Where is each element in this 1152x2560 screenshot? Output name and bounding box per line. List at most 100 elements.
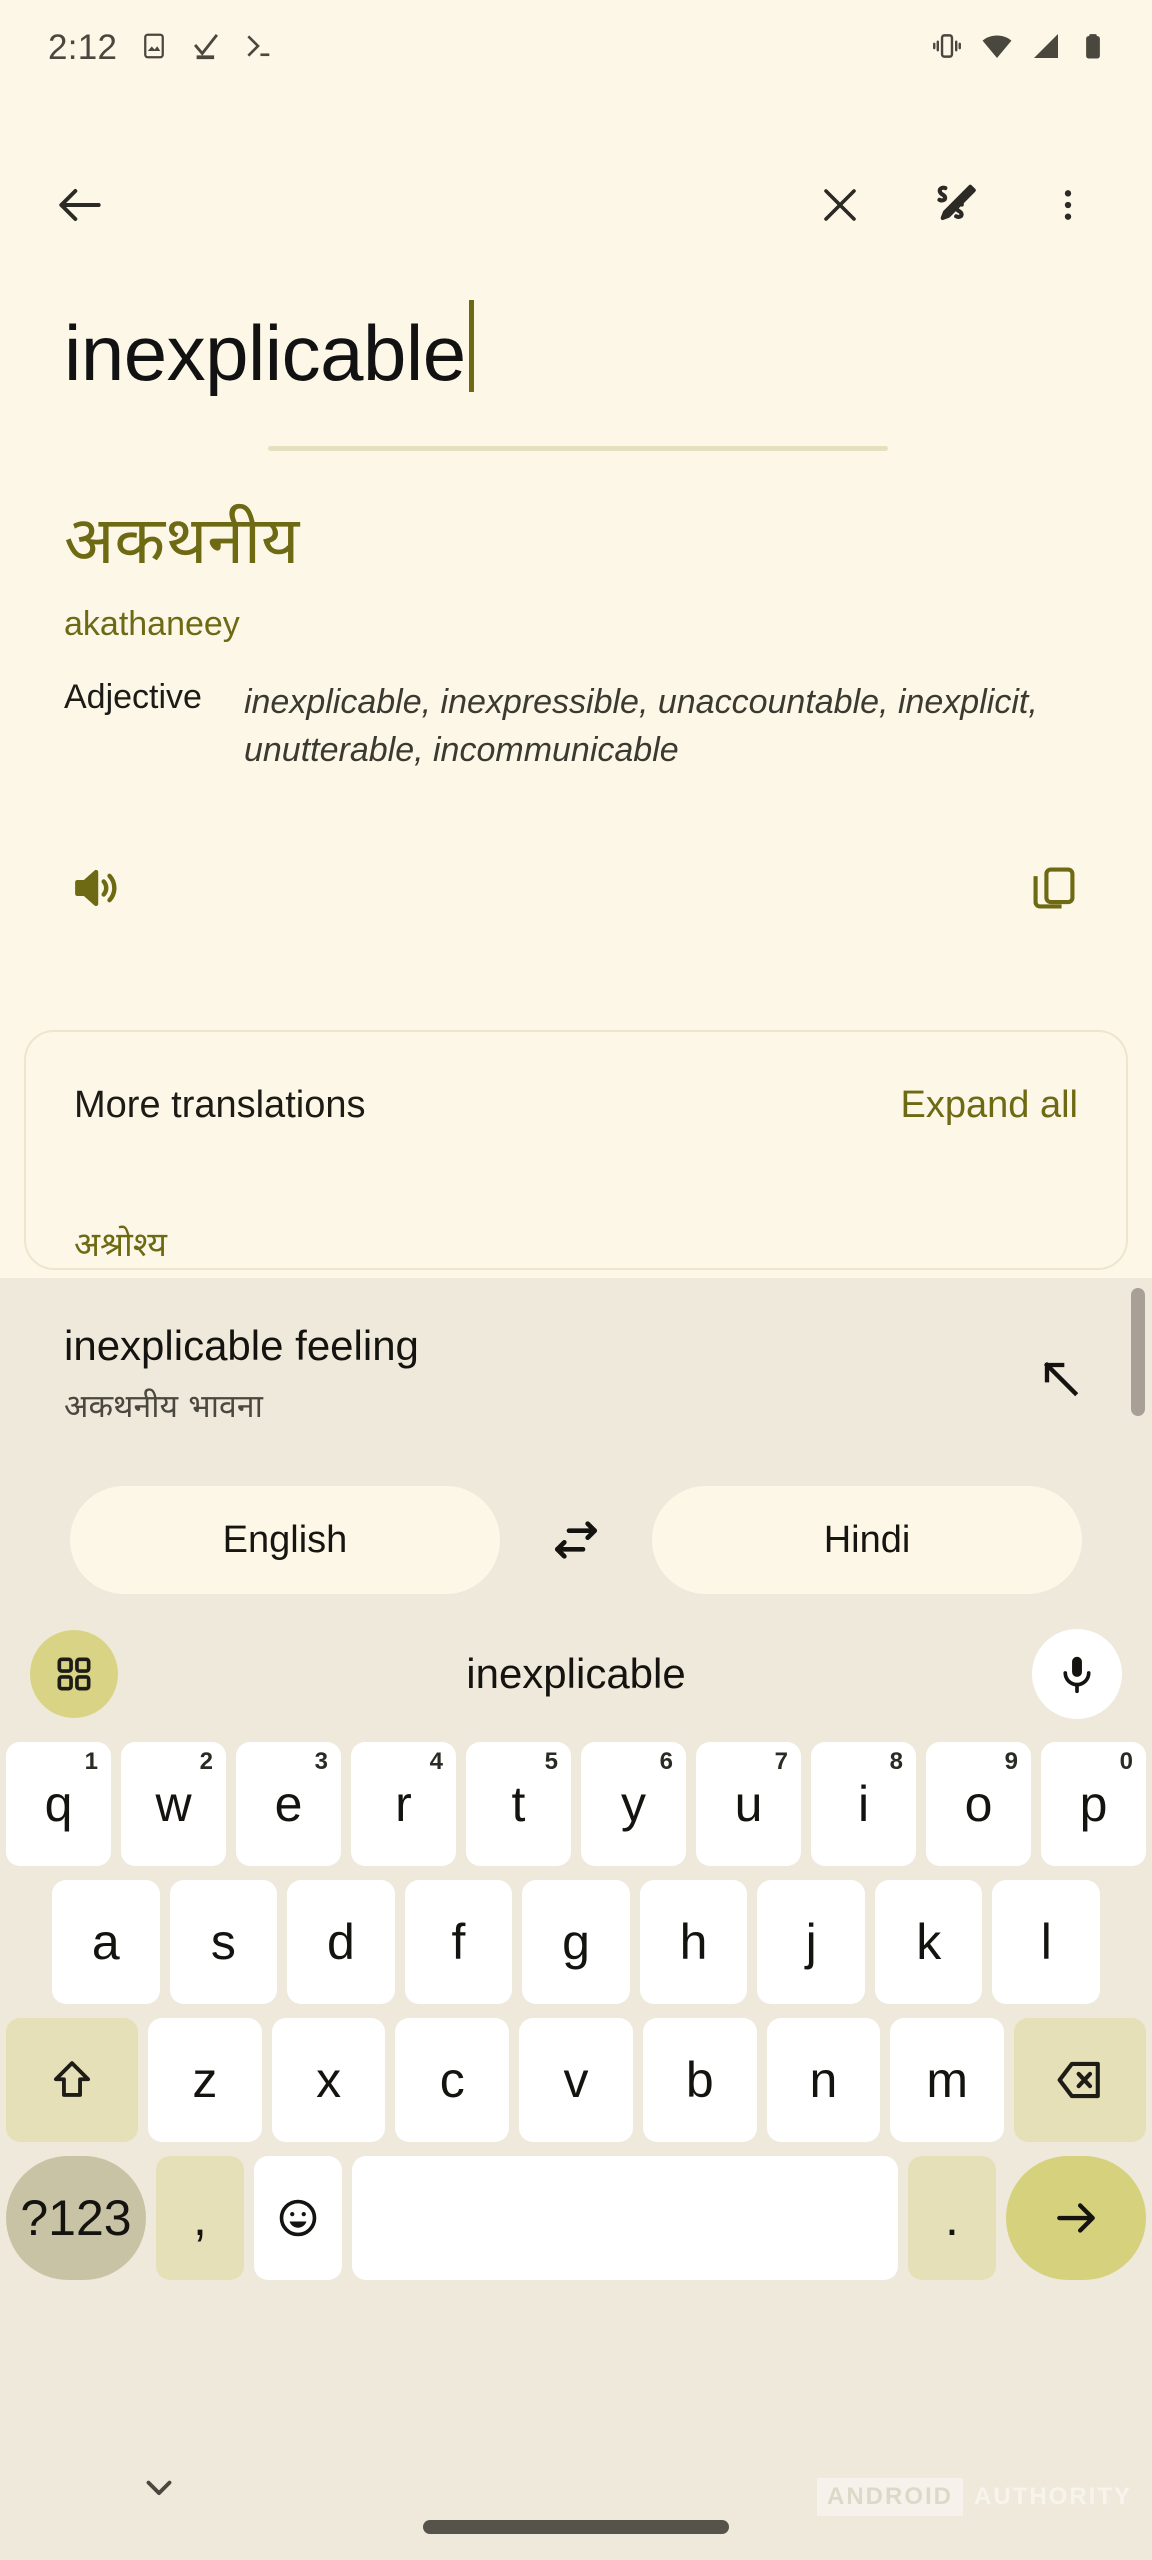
backspace-icon[interactable] <box>1014 2018 1147 2142</box>
key-sup: 4 <box>429 1748 443 1775</box>
key-label: o <box>964 1776 993 1832</box>
key-sup: 0 <box>1119 1748 1133 1775</box>
phone-screen: 2:12 inexplicable अकथनीय akathaneey Adje… <box>0 0 1152 2560</box>
key-label: c <box>439 2052 465 2108</box>
key-f[interactable]: f <box>404 1880 513 2004</box>
key-r[interactable]: 4r <box>351 1742 456 1866</box>
key-s[interactable]: s <box>169 1880 278 2004</box>
key-k[interactable]: k <box>874 1880 983 2004</box>
key-label: k <box>916 1914 942 1970</box>
key-d[interactable]: d <box>287 1880 395 2004</box>
key-b[interactable]: b <box>642 2018 757 2142</box>
key-j[interactable]: j <box>757 1880 865 2004</box>
key-w[interactable]: 2w <box>121 1742 226 1866</box>
handwriting-pen-icon[interactable] <box>922 173 986 237</box>
key-sup: 9 <box>1004 1748 1018 1775</box>
home-indicator[interactable] <box>423 2520 729 2534</box>
symbols-key[interactable]: ?123 <box>6 2156 146 2280</box>
translation-result: अकथनीय akathaneey Adjective inexplicable… <box>0 500 1152 774</box>
app-grid-icon[interactable] <box>30 1630 118 1718</box>
key-label: x <box>316 2052 342 2108</box>
key-label: q <box>44 1776 73 1832</box>
close-icon[interactable] <box>808 173 872 237</box>
key-label: v <box>563 2052 589 2108</box>
space-key[interactable] <box>352 2156 898 2280</box>
more-translations-title: More translations <box>74 1084 366 1126</box>
key-label: s <box>210 1914 236 1970</box>
key-v[interactable]: v <box>519 2018 633 2142</box>
input-underline-divider <box>268 446 888 451</box>
key-label: t <box>511 1776 526 1832</box>
key-q[interactable]: 1q <box>6 1742 111 1866</box>
key-l[interactable]: l <box>992 1880 1101 2004</box>
key-label: r <box>395 1776 412 1832</box>
key-label: u <box>734 1776 763 1832</box>
keyboard-suggestion-word[interactable]: inexplicable <box>0 1650 1152 1698</box>
key-u[interactable]: 7u <box>696 1742 801 1866</box>
vertical-scrollbar[interactable] <box>1131 1288 1145 1416</box>
keyboard-row-4: ?123 , . <box>0 2156 1152 2280</box>
keyboard-row-3: z x c v b n m <box>0 2018 1152 2142</box>
key-t[interactable]: 5t <box>466 1742 571 1866</box>
language-selector-bar: English Hindi <box>0 1474 1152 1606</box>
key-label: f <box>451 1914 466 1970</box>
text-caret <box>468 300 474 392</box>
suggestion-phrase: inexplicable feeling <box>64 1322 419 1369</box>
key-c[interactable]: c <box>395 2018 510 2142</box>
key-p[interactable]: 0p <box>1041 1742 1146 1866</box>
wifi-icon <box>980 29 1014 68</box>
transliteration: akathaneey <box>64 604 240 643</box>
key-i[interactable]: 8i <box>811 1742 916 1866</box>
status-bar: 2:12 <box>0 0 1152 96</box>
more-translations-card[interactable]: More translations Expand all अश्रोश्य <box>24 1030 1128 1270</box>
cell-signal-icon <box>1030 30 1062 67</box>
microphone-icon[interactable] <box>1032 1629 1122 1719</box>
key-x[interactable]: x <box>271 2018 386 2142</box>
key-period[interactable]: . <box>908 2156 996 2280</box>
toolbar-actions <box>808 173 1100 237</box>
result-actions <box>0 860 1152 921</box>
back-arrow-icon[interactable] <box>48 173 112 237</box>
volume-up-icon[interactable] <box>68 860 124 921</box>
emoji-smiley-icon[interactable] <box>254 2156 342 2280</box>
peeked-translation-word: अश्रोश्य <box>74 1225 168 1265</box>
key-sup: 6 <box>659 1748 673 1775</box>
copy-icon[interactable] <box>1028 862 1080 919</box>
target-language-button[interactable]: Hindi <box>652 1486 1082 1594</box>
image-icon <box>139 31 169 66</box>
source-language-button[interactable]: English <box>70 1486 500 1594</box>
key-g[interactable]: g <box>522 1880 630 2004</box>
source-text-input[interactable]: inexplicable <box>0 288 1152 395</box>
key-z[interactable]: z <box>147 2018 262 2142</box>
key-sup: 7 <box>774 1748 788 1775</box>
key-label: l <box>1040 1914 1052 1970</box>
battery-icon <box>1078 31 1108 66</box>
key-y[interactable]: 6y <box>581 1742 686 1866</box>
key-a[interactable]: a <box>51 1880 160 2004</box>
status-bar-right <box>930 29 1108 68</box>
key-label: i <box>857 1776 870 1832</box>
arrow-up-left-icon[interactable] <box>1034 1352 1086 1409</box>
expand-all-button[interactable]: Expand all <box>901 1084 1078 1127</box>
key-sup: 1 <box>84 1748 98 1775</box>
key-label: d <box>326 1914 355 1970</box>
watermark: ANDROID AUTHORITY <box>817 2478 1136 2516</box>
shift-up-icon[interactable] <box>5 2018 138 2142</box>
key-n[interactable]: n <box>766 2018 881 2142</box>
key-comma[interactable]: , <box>156 2156 244 2280</box>
more-vert-icon[interactable] <box>1036 173 1100 237</box>
key-o[interactable]: 9o <box>926 1742 1031 1866</box>
key-h[interactable]: h <box>639 1880 748 2004</box>
suggestion-translation: अकथनीय भावना <box>64 1387 263 1425</box>
part-of-speech-row: Adjective inexplicable, inexpressible, u… <box>64 678 1088 775</box>
enter-arrow-icon[interactable] <box>1006 2156 1146 2280</box>
key-label: , <box>193 2190 207 2246</box>
key-label: z <box>192 2052 218 2108</box>
source-text-value: inexplicable <box>64 309 466 397</box>
swap-horiz-icon[interactable] <box>528 1492 624 1588</box>
key-e[interactable]: 3e <box>236 1742 341 1866</box>
key-label: p <box>1079 1776 1108 1832</box>
chevron-down-icon[interactable] <box>138 2466 180 2513</box>
key-m[interactable]: m <box>890 2018 1005 2142</box>
vibrate-icon <box>930 29 964 68</box>
